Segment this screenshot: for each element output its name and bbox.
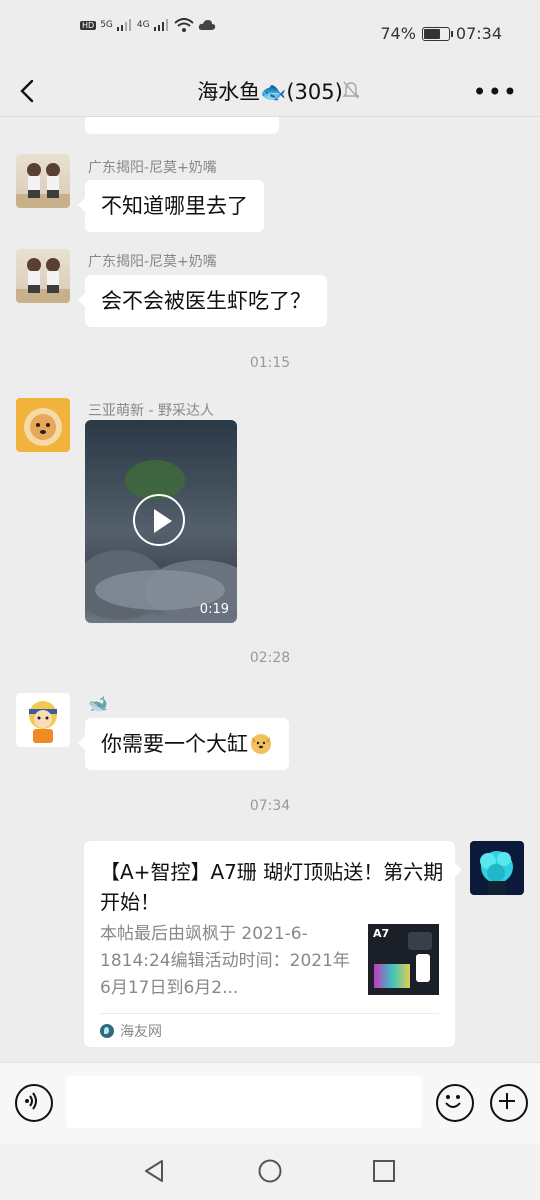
status-right: 74% 07:34 <box>380 24 502 43</box>
message-input[interactable] <box>66 1076 422 1128</box>
sender-name: 🐋 <box>88 694 108 713</box>
home-circle-icon[interactable] <box>257 1158 283 1184</box>
my-avatar[interactable] <box>470 841 524 895</box>
battery-percent: 74% <box>380 24 416 43</box>
cloud-icon <box>198 20 215 30</box>
battery-icon <box>421 26 453 41</box>
system-nav-bar <box>0 1144 540 1200</box>
message-bubble[interactable]: 会不会被医生虾吃了？ <box>78 275 327 327</box>
play-icon[interactable] <box>133 494 185 546</box>
5g-label: 5G <box>100 20 113 30</box>
hd-badge: HD <box>80 20 97 30</box>
timestamp: 01:15 <box>249 355 291 371</box>
chat-header: 海水鱼🐟(305) ••• <box>0 66 540 117</box>
sender-name: 三亚萌新 - 野采达人 <box>88 403 214 419</box>
avatar[interactable] <box>16 398 70 452</box>
card-divider <box>100 1013 439 1014</box>
card-description: 本帖最后由飒枫于 2021-6-1814:24编辑活动时间：2021年6月17日… <box>100 924 350 998</box>
signal-icon <box>153 19 168 31</box>
voice-icon[interactable] <box>15 1084 53 1122</box>
avatar[interactable] <box>16 249 70 303</box>
video-duration: 0:19 <box>199 602 229 617</box>
clock: 07:34 <box>455 24 502 43</box>
signal-icon <box>116 19 131 31</box>
card-source: 海友网 <box>100 1021 162 1041</box>
4g-label: 4G <box>136 20 150 30</box>
source-name: 海友网 <box>120 1024 162 1040</box>
sender-name: 广东揭阳-尼莫+奶嘴 <box>88 254 217 270</box>
back-triangle-icon[interactable] <box>142 1158 166 1184</box>
message-bubble[interactable]: 你需要一个大缸 <box>78 718 289 770</box>
mute-bell-icon <box>342 80 360 104</box>
input-bar <box>0 1062 540 1145</box>
source-logo-icon <box>100 1024 114 1038</box>
plus-icon[interactable] <box>490 1084 528 1122</box>
message-list: 广东揭阳-尼莫+奶嘴 不知道哪里去了 广东揭阳-尼莫+奶嘴 会不会被医生虾吃了？… <box>0 116 540 1062</box>
card-title: 【A+智控】A7珊 瑚灯顶贴送！第六期开始！ <box>100 860 444 914</box>
message-text: 你需要一个大缸 <box>101 732 248 756</box>
link-card[interactable]: 【A+智控】A7珊 瑚灯顶贴送！第六期开始！ 本帖最后由飒枫于 2021-6-1… <box>84 841 462 1047</box>
card-thumbnail: A7 <box>368 924 439 995</box>
avatar[interactable] <box>16 154 70 208</box>
timestamp: 07:34 <box>249 798 291 814</box>
sender-name: 广东揭阳-尼莫+奶嘴 <box>88 160 217 176</box>
more-icon[interactable]: ••• <box>473 78 518 106</box>
message-bubble[interactable]: 不知道哪里去了 <box>78 180 264 232</box>
doge-emoji-icon <box>249 722 273 754</box>
status-bar: HD 5G 4G 74% 07:34 <box>0 0 540 66</box>
wifi-icon <box>173 18 194 32</box>
emoji-icon[interactable] <box>436 1084 474 1122</box>
recent-square-icon[interactable] <box>372 1159 396 1183</box>
avatar[interactable] <box>16 693 70 747</box>
thumb-label: A7 <box>373 927 390 940</box>
signal-group: HD 5G 4G <box>80 18 216 32</box>
timestamp: 02:28 <box>249 650 291 666</box>
chat-title[interactable]: 海水鱼🐟(305) <box>0 76 540 106</box>
message-bubble-partial[interactable] <box>85 116 279 134</box>
video-message[interactable]: 0:19 <box>85 420 237 623</box>
